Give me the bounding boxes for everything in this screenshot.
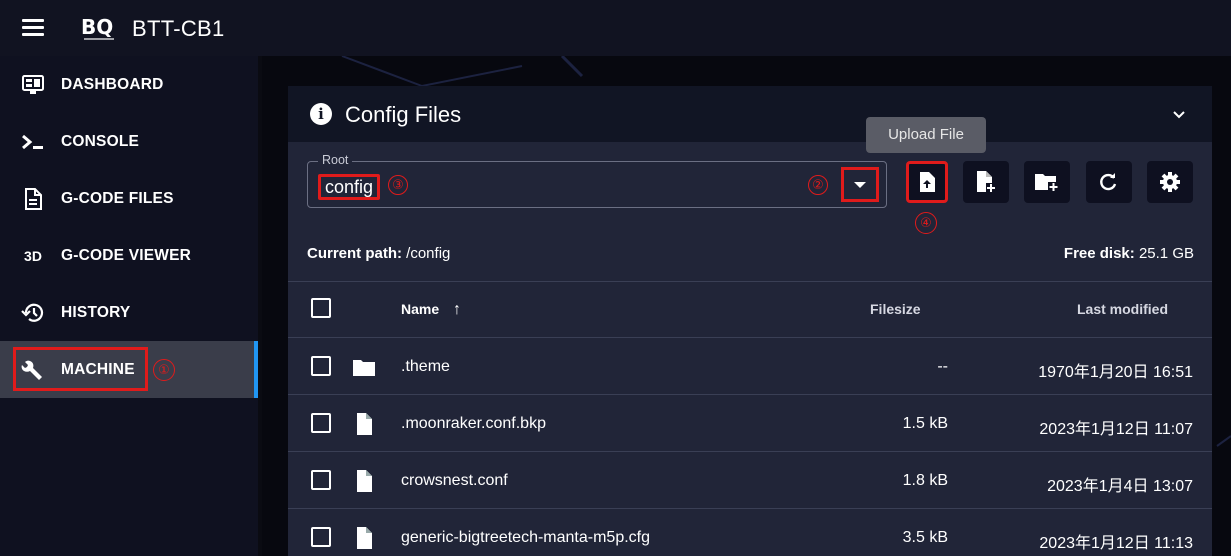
annotation-marker-3: ③ (388, 175, 408, 195)
gear-icon (1160, 172, 1180, 192)
menu-icon[interactable] (22, 19, 44, 37)
root-label: Root (318, 153, 353, 167)
file-modified: 2023年1月12日 11:07 (1039, 421, 1193, 438)
annotation-marker-4: ④ (915, 212, 937, 234)
refresh-icon (1100, 173, 1117, 191)
file-name: .moonraker.conf.bkp (401, 415, 546, 432)
sidebar-item-label: G-CODE FILES (61, 189, 174, 207)
file-size: 3.5 kB (902, 529, 948, 546)
row-checkbox[interactable] (311, 356, 331, 376)
sidebar-item-label: G-CODE VIEWER (61, 246, 192, 264)
sidebar-item-label: MACHINE (61, 360, 135, 378)
chevron-down-icon[interactable] (1172, 108, 1186, 122)
file-size: -- (937, 358, 948, 375)
sidebar-item-label: DASHBOARD (61, 75, 164, 93)
sidebar-item-console[interactable]: CONSOLE (0, 113, 258, 170)
folder-plus-icon (1035, 174, 1059, 192)
row-checkbox[interactable] (311, 413, 331, 433)
table-row[interactable]: .theme -- 1970年1月20日 16:51 (288, 338, 1212, 395)
config-files-panel: i Config Files Root config ③ ② Upload Fi… (288, 86, 1212, 556)
sidebar-item-gcode-viewer[interactable]: 3D G-CODE VIEWER (0, 227, 258, 284)
current-path-value: /config (406, 245, 451, 262)
new-folder-button[interactable] (1024, 161, 1070, 203)
table-row[interactable]: crowsnest.conf 1.8 kB 2023年1月4日 13:07 (288, 452, 1212, 509)
sidebar-item-machine[interactable]: MACHINE ① (0, 341, 258, 398)
panel-header: i Config Files (288, 86, 1212, 142)
dropdown-button[interactable] (841, 167, 879, 202)
sidebar-item-dashboard[interactable]: DASHBOARD (0, 56, 258, 113)
sidebar-item-label: CONSOLE (61, 132, 140, 150)
caret-down-icon (854, 181, 866, 188)
column-header-modified[interactable]: Last modified (1077, 301, 1168, 317)
folder-icon (353, 360, 375, 376)
refresh-button[interactable] (1086, 161, 1132, 203)
sidebar-item-gcode-files[interactable]: G-CODE FILES (0, 170, 258, 227)
panel-title: Config Files (345, 102, 462, 127)
select-all-checkbox[interactable] (311, 298, 331, 318)
column-header-filesize[interactable]: Filesize (870, 301, 921, 317)
sidebar: DASHBOARD CONSOLE G-CODE FILES 3D G-CODE… (0, 56, 258, 556)
row-checkbox[interactable] (311, 470, 331, 490)
logo: BQ (81, 15, 114, 40)
info-icon: i (310, 103, 332, 125)
svg-text:BQ: BQ (81, 15, 113, 39)
root-value: config (318, 174, 381, 200)
file-name: generic-bigtreetech-manta-m5p.cfg (401, 529, 651, 546)
column-header-name[interactable]: Name ↑ (401, 301, 461, 319)
file-icon (357, 527, 372, 549)
table-row[interactable]: .moonraker.conf.bkp 1.5 kB 2023年1月12日 11… (288, 395, 1212, 452)
current-path: Current path: /config (307, 245, 450, 262)
file-document-icon (20, 186, 46, 212)
file-icon (357, 470, 372, 492)
file-modified: 2023年1月4日 13:07 (1047, 478, 1193, 495)
free-disk: Free disk: 25.1 GB (1064, 245, 1194, 262)
new-file-button[interactable] (963, 161, 1009, 203)
console-icon (20, 129, 46, 155)
file-modified: 2023年1月12日 11:13 (1039, 535, 1193, 552)
annotation-marker-2: ② (808, 175, 828, 195)
divider (288, 281, 1212, 282)
app-bar: BQ BTT-CB1 (0, 0, 1231, 56)
annotation-marker-1: ① (153, 359, 175, 381)
table-row[interactable]: generic-bigtreetech-manta-m5p.cfg 3.5 kB… (288, 509, 1212, 556)
file-name: crowsnest.conf (401, 472, 508, 489)
sidebar-item-history[interactable]: HISTORY (0, 284, 258, 341)
dashboard-icon (20, 72, 46, 98)
sort-arrow-icon: ↑ (453, 301, 462, 318)
settings-button[interactable] (1147, 161, 1193, 203)
column-name-label: Name (401, 301, 440, 317)
file-size: 1.8 kB (902, 472, 948, 489)
wrench-icon (20, 357, 46, 383)
upload-file-icon (920, 172, 935, 192)
sidebar-item-label: HISTORY (61, 303, 131, 321)
history-icon (20, 300, 46, 326)
upload-tooltip: Upload File (866, 117, 986, 153)
file-plus-icon (977, 171, 996, 193)
free-disk-label: Free disk: (1063, 245, 1135, 262)
file-modified: 1970年1月20日 16:51 (1038, 364, 1193, 381)
3d-icon: 3D (24, 247, 42, 264)
upload-file-button[interactable] (906, 161, 948, 203)
root-select[interactable]: Root config ③ ② (307, 153, 887, 208)
row-checkbox[interactable] (311, 527, 331, 547)
file-size: 1.5 kB (902, 415, 948, 432)
free-disk-value: 25.1 GB (1138, 245, 1194, 262)
app-title: BTT-CB1 (132, 16, 225, 41)
file-name: .theme (401, 358, 450, 375)
file-icon (357, 413, 372, 435)
current-path-label: Current path: (307, 245, 402, 262)
